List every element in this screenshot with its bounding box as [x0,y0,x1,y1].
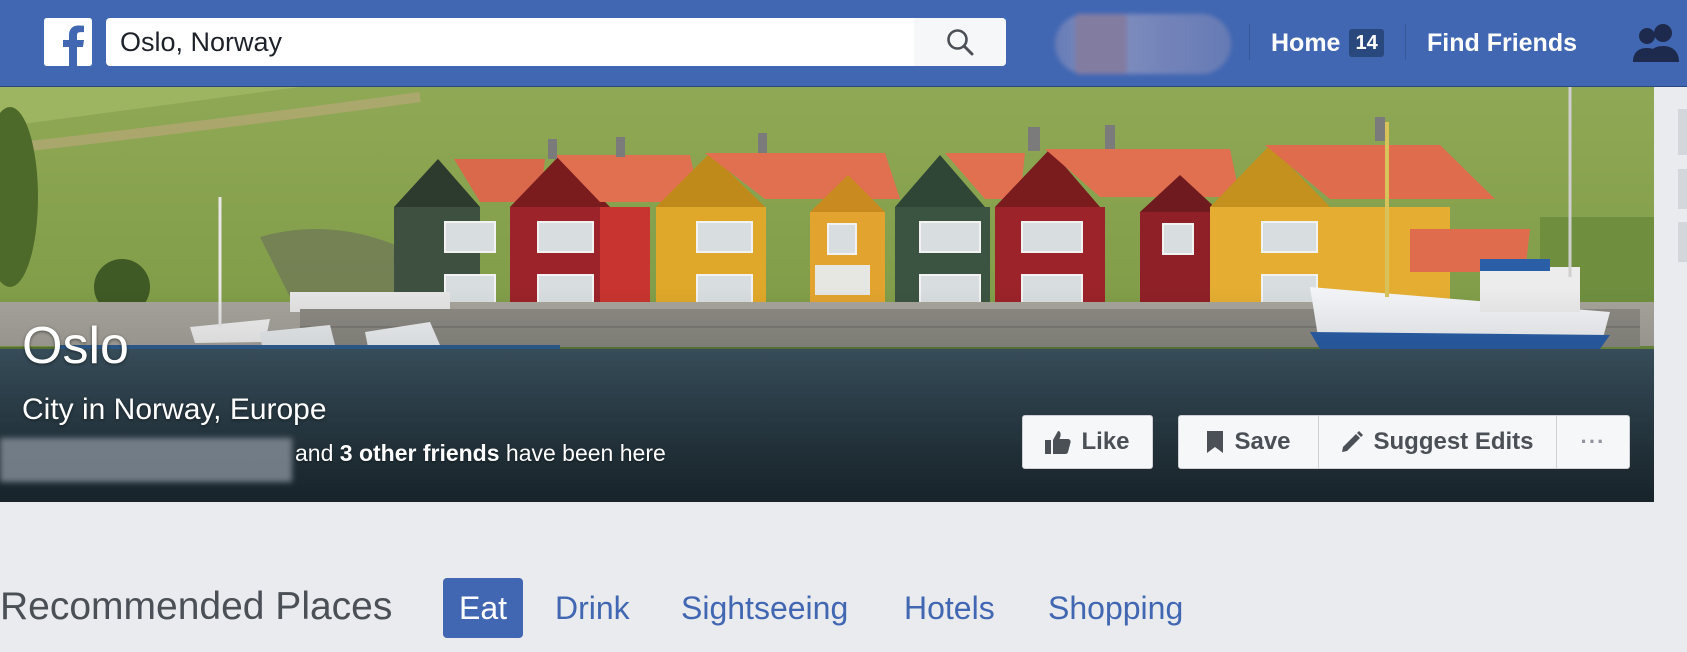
search-icon [947,29,974,56]
save-label: Save [1234,428,1291,455]
friend-requests-icon[interactable] [1632,22,1682,69]
tab-hotels[interactable]: Hotels [904,578,995,638]
friends-visited-text: and 3 other friends have been here [295,440,666,467]
find-friends-link[interactable]: Find Friends [1427,0,1577,86]
nav-divider [1405,24,1406,60]
home-link[interactable]: Home 14 [1271,0,1384,86]
save-button[interactable]: Save [1178,415,1319,469]
tab-drink[interactable]: Drink [555,578,630,638]
scroll-marker [1678,109,1687,155]
scroll-marker [1678,222,1687,262]
search-button[interactable] [914,18,1006,66]
search-box [106,18,1006,66]
notification-badge: 14 [1349,29,1384,57]
suggest-edits-label: Suggest Edits [1373,428,1534,455]
suggest-edits-button[interactable]: Suggest Edits [1318,415,1557,469]
tab-label: Drink [555,589,630,626]
more-options-button[interactable]: ··· [1556,415,1630,469]
thumbs-up-icon [1045,431,1072,454]
nav-divider [1249,24,1250,60]
tab-eat[interactable]: Eat [443,578,524,638]
scroll-marker [1678,169,1687,209]
friends-count-link[interactable]: 3 other friends [340,440,500,466]
like-button[interactable]: Like [1022,415,1153,469]
page-subtitle: City in Norway, Europe [22,393,327,426]
page-title: Oslo [22,317,129,375]
top-bar: Home 14 Find Friends [0,0,1687,87]
search-input[interactable] [106,18,914,66]
like-label: Like [1081,428,1130,455]
tab-label: Hotels [904,589,995,626]
tab-label: Sightseeing [681,589,849,626]
find-friends-label: Find Friends [1427,28,1577,57]
tab-shopping[interactable]: Shopping [1048,578,1183,638]
friend-names-blurred [0,438,292,482]
pencil-icon [1342,431,1364,452]
tab-label: Eat [459,589,508,626]
friends-suffix: have been here [505,440,666,466]
right-scroll-area [1654,87,1687,502]
friends-connector: and [295,440,334,466]
bookmark-icon [1207,431,1224,453]
facebook-logo-icon[interactable] [44,18,92,66]
more-options-icon: ··· [1580,429,1606,454]
tab-sightseeing[interactable]: Sightseeing [681,578,848,638]
recommended-places-title: Recommended Places [0,585,393,628]
profile-link-blurred[interactable] [1055,14,1231,74]
home-label: Home [1271,28,1341,57]
tab-label: Shopping [1048,589,1184,626]
